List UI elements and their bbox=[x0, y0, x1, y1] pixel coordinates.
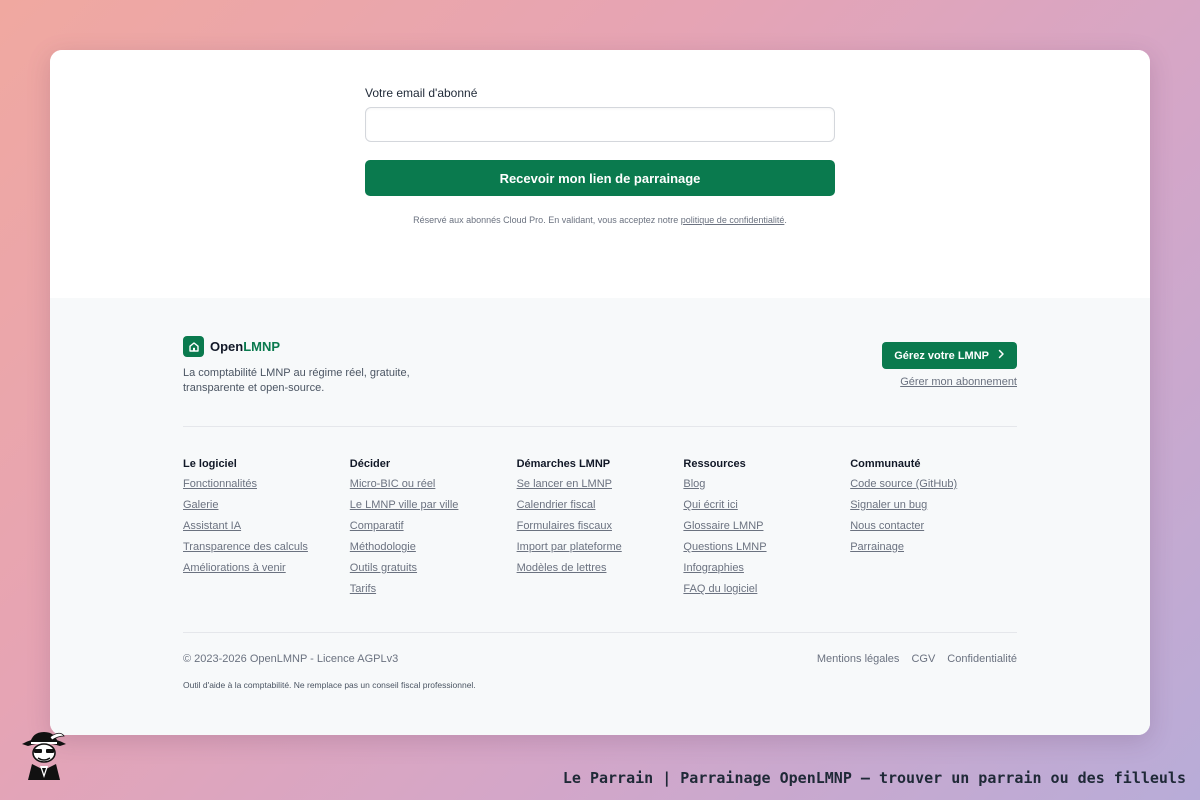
footer-link[interactable]: Nous contacter bbox=[850, 520, 1017, 533]
privacy-policy-link[interactable]: politique de confidentialité bbox=[681, 215, 785, 225]
footer-link[interactable]: Questions LMNP bbox=[683, 541, 850, 554]
brand[interactable]: OpenLMNP bbox=[183, 336, 280, 357]
footer-link[interactable]: Outils gratuits bbox=[350, 562, 517, 575]
legal-links: Mentions légales CGV Confidentialité bbox=[817, 653, 1017, 665]
legal-mentions-link[interactable]: Mentions légales bbox=[817, 653, 900, 665]
footer-column: Le logiciel Fonctionnalités Galerie Assi… bbox=[183, 458, 350, 604]
footer-link[interactable]: Se lancer en LMNP bbox=[517, 478, 684, 491]
footer-column: Démarches LMNP Se lancer en LMNP Calendr… bbox=[517, 458, 684, 604]
column-title: Le logiciel bbox=[183, 458, 237, 470]
brand-name-accent: LMNP bbox=[243, 339, 281, 354]
footer-link[interactable]: Qui écrit ici bbox=[683, 499, 850, 512]
disclaimer: Outil d'aide à la comptabilité. Ne rempl… bbox=[183, 680, 476, 690]
footer-inner: OpenLMNP La comptabilité LMNP au régime … bbox=[183, 298, 1017, 735]
footer-link[interactable]: Signaler un bug bbox=[850, 499, 1017, 512]
footer-link[interactable]: Micro-BIC ou réel bbox=[350, 478, 517, 491]
privacy-note: Réservé aux abonnés Cloud Pro. En valida… bbox=[365, 215, 835, 225]
footer-link[interactable]: Glossaire LMNP bbox=[683, 520, 850, 533]
footer-column: Communauté Code source (GitHub) Signaler… bbox=[850, 458, 1017, 604]
godfather-avatar bbox=[18, 728, 70, 782]
referral-form: Votre email d'abonné Recevoir mon lien d… bbox=[365, 86, 835, 225]
cgv-link[interactable]: CGV bbox=[911, 653, 935, 665]
footer-link[interactable]: Blog bbox=[683, 478, 850, 491]
chevron-right-icon bbox=[997, 349, 1005, 362]
footer: OpenLMNP La comptabilité LMNP au régime … bbox=[50, 298, 1150, 735]
footer-link[interactable]: Comparatif bbox=[350, 520, 517, 533]
column-title: Communauté bbox=[850, 458, 921, 470]
column-title: Ressources bbox=[683, 458, 746, 470]
page-caption: Le Parrain | Parrainage OpenLMNP — trouv… bbox=[562, 769, 1186, 787]
footer-link[interactable]: Tarifs bbox=[350, 583, 517, 596]
footer-link[interactable]: Calendrier fiscal bbox=[517, 499, 684, 512]
house-icon bbox=[183, 336, 204, 357]
manage-subscription-link[interactable]: Gérer mon abonnement bbox=[900, 376, 1017, 388]
footer-link[interactable]: Parrainage bbox=[850, 541, 1017, 554]
manage-lmnp-button[interactable]: Gérez votre LMNP bbox=[882, 342, 1017, 369]
page-card: Votre email d'abonné Recevoir mon lien d… bbox=[50, 50, 1150, 735]
email-label: Votre email d'abonné bbox=[365, 86, 478, 100]
submit-button[interactable]: Recevoir mon lien de parrainage bbox=[365, 160, 835, 196]
footer-link[interactable]: Assistant IA bbox=[183, 520, 350, 533]
footer-link[interactable]: Import par plateforme bbox=[517, 541, 684, 554]
footer-link[interactable]: Le LMNP ville par ville bbox=[350, 499, 517, 512]
footer-link[interactable]: Méthodologie bbox=[350, 541, 517, 554]
footer-link[interactable]: Transparence des calculs bbox=[183, 541, 350, 554]
column-title: Décider bbox=[349, 458, 391, 470]
footer-link[interactable]: Modèles de lettres bbox=[517, 562, 684, 575]
column-title: Démarches LMNP bbox=[516, 458, 611, 470]
privacy-note-end: . bbox=[784, 215, 787, 225]
brand-name-prefix: Open bbox=[210, 339, 244, 354]
footer-divider-bottom bbox=[183, 632, 1017, 633]
footer-divider-top bbox=[183, 426, 1017, 427]
footer-link[interactable]: Améliorations à venir bbox=[183, 562, 350, 575]
footer-column: Décider Micro-BIC ou réel Le LMNP ville … bbox=[350, 458, 517, 604]
brand-name: OpenLMNP bbox=[210, 339, 280, 354]
footer-link[interactable]: Infographies bbox=[683, 562, 850, 575]
privacy-link[interactable]: Confidentialité bbox=[947, 653, 1017, 665]
footer-link[interactable]: Formulaires fiscaux bbox=[517, 520, 684, 533]
footer-link[interactable]: FAQ du logiciel bbox=[683, 583, 850, 596]
footer-link[interactable]: Code source (GitHub) bbox=[850, 478, 1017, 491]
copyright: © 2023-2026 OpenLMNP - Licence AGPLv3 bbox=[183, 653, 399, 665]
referral-form-section: Votre email d'abonné Recevoir mon lien d… bbox=[50, 50, 1150, 298]
footer-link[interactable]: Fonctionnalités bbox=[183, 478, 350, 491]
footer-link[interactable]: Galerie bbox=[183, 499, 350, 512]
footer-columns: Le logiciel Fonctionnalités Galerie Assi… bbox=[183, 458, 1017, 604]
manage-lmnp-label: Gérez votre LMNP bbox=[894, 349, 989, 362]
email-input[interactable] bbox=[365, 107, 835, 142]
tagline: La comptabilité LMNP au régime réel, gra… bbox=[183, 367, 410, 394]
privacy-note-text: Réservé aux abonnés Cloud Pro. En valida… bbox=[413, 215, 681, 225]
footer-column: Ressources Blog Qui écrit ici Glossaire … bbox=[683, 458, 850, 604]
